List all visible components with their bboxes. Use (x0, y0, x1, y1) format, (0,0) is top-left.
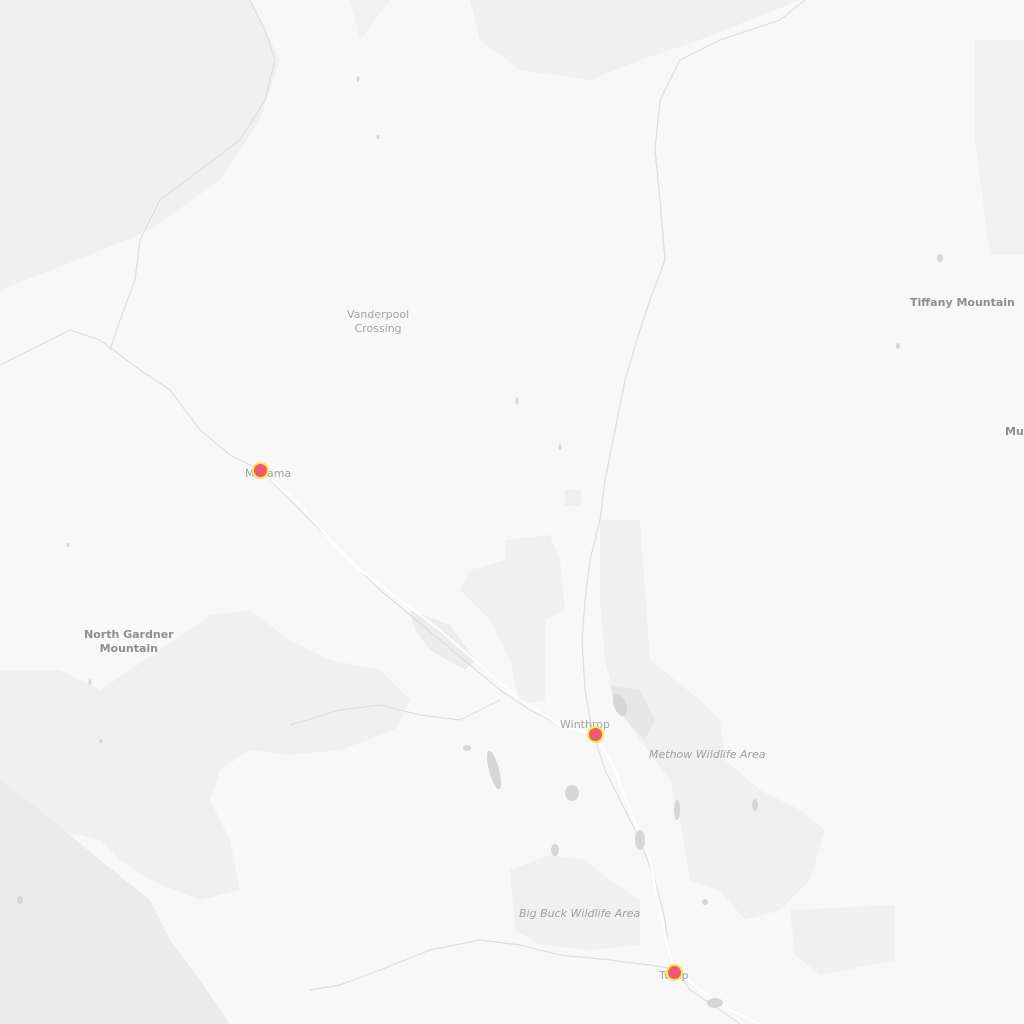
place-label-line: Crossing (354, 322, 402, 335)
place-label-mazama: Mazama (245, 467, 292, 480)
map-base-layer (0, 0, 1024, 1024)
map-pin-icon[interactable] (588, 727, 602, 741)
place-label-line: Vanderpool (347, 308, 410, 321)
map-pin-icon[interactable] (667, 965, 681, 979)
place-label-tiffany-mountain: Tiffany Mountain (910, 296, 1015, 309)
place-label-north-gardner-mountain: North Gardner Mountain (84, 628, 174, 656)
place-label-line: North Gardner (84, 628, 174, 641)
map-canvas[interactable]: Vanderpool Crossing Mazama North Gardner… (0, 0, 1024, 1024)
place-label-line: Mountain (99, 642, 159, 655)
area-label-methow-wildlife-area: Methow Wildlife Area (649, 748, 766, 761)
area-label-big-buck-wildlife-area: Big Buck Wildlife Area (519, 907, 641, 920)
place-label-mud-partial: Mud (1005, 425, 1024, 438)
place-label-winthrop: Winthrop (560, 718, 610, 731)
place-label-vanderpool-crossing: Vanderpool Crossing (347, 308, 409, 336)
terrain-shading (0, 0, 1024, 1024)
map-pin-icon[interactable] (253, 463, 267, 477)
